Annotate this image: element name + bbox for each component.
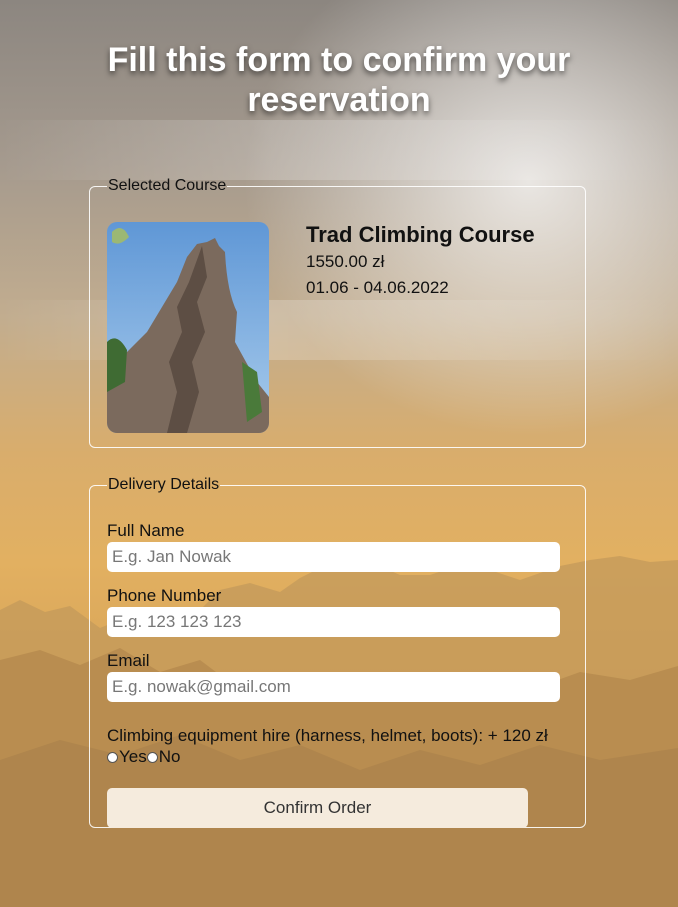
course-info: Trad Climbing Course 1550.00 zł 01.06 - … <box>306 222 535 304</box>
equipment-hire-label: Climbing equipment hire (harness, helmet… <box>107 726 548 745</box>
full-name-input[interactable] <box>107 542 560 572</box>
equipment-yes-label[interactable]: Yes <box>119 747 147 767</box>
selected-course-section: Selected Course Trad Climbing Course 155… <box>89 177 586 448</box>
equipment-no-label[interactable]: No <box>159 747 181 767</box>
course-name: Trad Climbing Course <box>306 222 535 247</box>
delivery-details-legend: Delivery Details <box>108 476 220 493</box>
selected-course-legend: Selected Course <box>108 177 227 194</box>
email-label: Email <box>107 651 150 670</box>
phone-group: Phone Number <box>107 586 560 637</box>
full-name-group: Full Name <box>107 521 560 572</box>
equipment-radio-group: Yes No <box>107 747 180 767</box>
course-dates: 01.06 - 04.06.2022 <box>306 278 449 297</box>
delivery-details-section: Delivery Details Full Name Phone Number … <box>89 476 586 828</box>
course-image <box>107 222 269 433</box>
email-input[interactable] <box>107 672 560 702</box>
equipment-no-radio[interactable] <box>146 751 158 763</box>
page-title: Fill this form to confirm your reservati… <box>107 41 571 119</box>
email-group: Email <box>107 651 560 702</box>
full-name-label: Full Name <box>107 521 185 540</box>
equipment-yes-radio[interactable] <box>107 751 118 763</box>
course-price: 1550.00 zł <box>306 252 385 271</box>
phone-label: Phone Number <box>107 586 222 605</box>
confirm-order-button[interactable]: Confirm Order <box>107 788 528 828</box>
phone-input[interactable] <box>107 607 560 637</box>
